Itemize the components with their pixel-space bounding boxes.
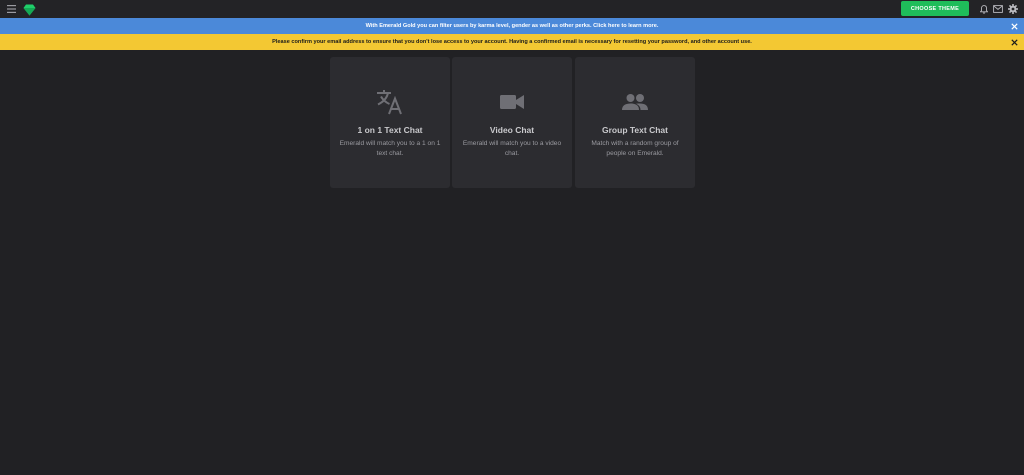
close-icon <box>1010 38 1018 46</box>
close-gold-banner-button[interactable] <box>1009 21 1019 31</box>
bell-icon <box>980 4 988 14</box>
text-chat-card-description: Emerald will match you to a 1 on 1 text … <box>339 140 441 157</box>
group-chat-card-icon <box>575 88 695 116</box>
emerald-gold-banner[interactable]: With Emerald Gold you can filter users b… <box>0 18 1024 34</box>
emerald-gold-banner-text[interactable]: With Emerald Gold you can filter users b… <box>366 23 659 29</box>
video-chat-card-description: Emerald will match you to a video chat. <box>462 140 562 157</box>
settings-button[interactable] <box>1008 4 1018 14</box>
close-icon <box>1010 22 1018 30</box>
menu-button[interactable] <box>5 3 17 15</box>
text-chat-card-title: 1 on 1 Text Chat <box>357 125 423 135</box>
mail-icon <box>993 5 1003 13</box>
emerald-logo[interactable] <box>23 3 36 16</box>
emerald-logo-icon <box>23 4 36 16</box>
menu-icon <box>6 5 16 13</box>
text-chat-card[interactable]: 1 on 1 Text Chat Emerald will match you … <box>330 57 450 188</box>
video-chat-card[interactable]: Video Chat Emerald will match you to a v… <box>452 57 572 188</box>
confirm-email-banner: Please confirm your email address to ens… <box>0 34 1024 50</box>
gear-icon <box>1008 4 1018 14</box>
group-icon <box>622 94 648 110</box>
confirm-email-banner-text: Please confirm your email address to ens… <box>272 39 752 45</box>
translate-icon <box>377 90 402 115</box>
notifications-button[interactable] <box>979 4 989 14</box>
video-chat-card-title: Video Chat <box>489 125 535 135</box>
video-chat-card-icon <box>452 88 572 116</box>
group-chat-card-description: Match with a random group of people on E… <box>591 140 679 157</box>
messages-button[interactable] <box>993 4 1003 14</box>
text-chat-card-icon <box>330 88 450 116</box>
choose-theme-button[interactable]: CHOOSE THEME <box>901 1 969 16</box>
group-chat-card-title: Group Text Chat <box>602 125 668 135</box>
close-email-banner-button[interactable] <box>1009 37 1019 47</box>
video-camera-icon <box>500 95 524 109</box>
top-bar: CHOOSE THEME <box>0 0 1024 18</box>
group-chat-card[interactable]: Group Text Chat Match with a random grou… <box>575 57 695 188</box>
